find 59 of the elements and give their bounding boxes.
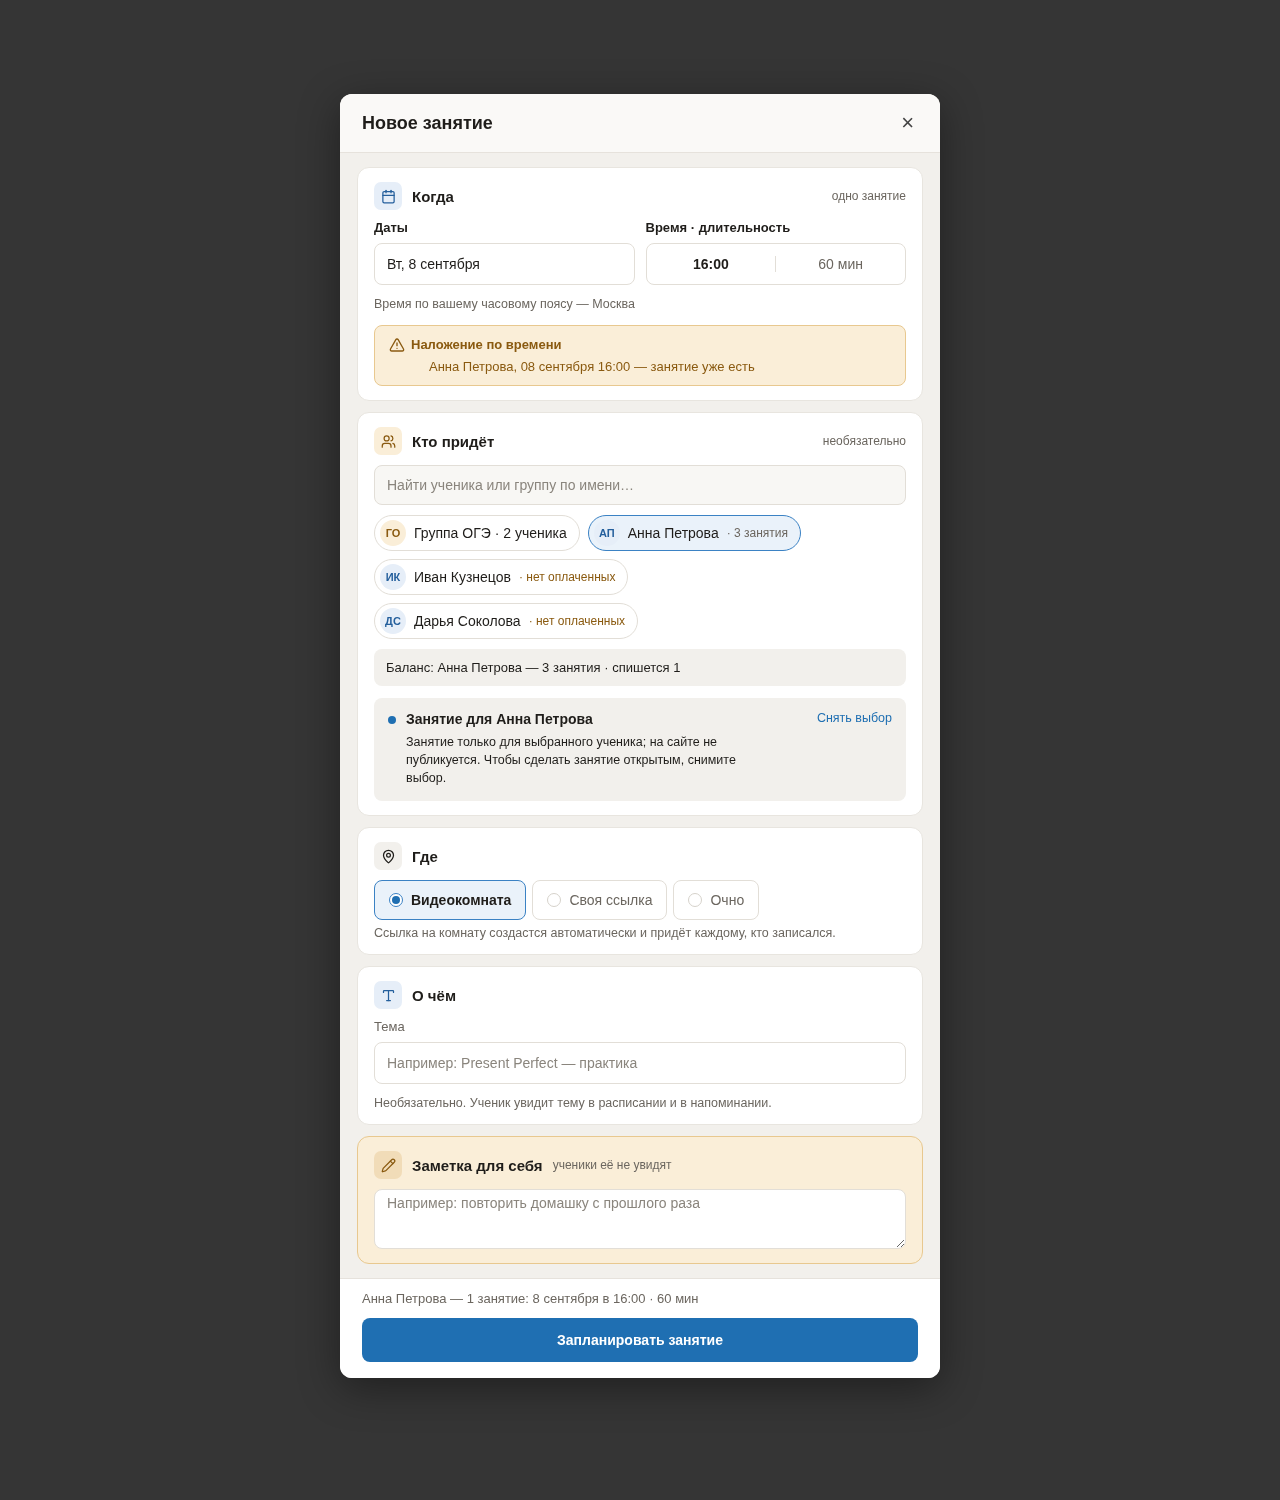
radio-icon	[389, 893, 403, 907]
location-option[interactable]: Своя ссылка	[532, 880, 668, 920]
text-icon	[374, 981, 402, 1009]
status-dot	[388, 716, 396, 724]
schedule-button[interactable]: Запланировать занятие	[362, 1318, 918, 1362]
avatar-initials: ГО	[380, 520, 406, 546]
radio-icon	[688, 893, 703, 907]
card-subtitle: ученики её не увидят	[552, 1158, 672, 1172]
field-label: Тема	[374, 1019, 406, 1034]
chip-meta: · 3 занятия	[726, 526, 789, 540]
timezone-hint: Время по вашему часовому поясу — Москва	[374, 297, 636, 311]
warning-icon	[389, 337, 405, 353]
avatar-initials: АП	[593, 520, 620, 546]
pencil-icon	[374, 1151, 402, 1179]
card-note-label: одно занятие	[831, 189, 906, 203]
note-field[interactable]: Например: повторить домашку с прошлого раза	[374, 1189, 906, 1249]
chip-name: Иван Кузнецов	[414, 569, 511, 585]
topic-hint: Необязательно. Ученик увидит тему в расписании и в напоминании.	[374, 1096, 773, 1110]
card-title: Где	[412, 847, 438, 865]
warning-title: Наложение по времени	[411, 337, 563, 353]
balance-info: Баланс: Анна Петрова — 3 занятия · спишется 1	[374, 649, 906, 686]
location-option[interactable]: Видеокомната	[374, 880, 527, 920]
student-chip[interactable]: ГО Группа ОГЭ · 2 ученика	[374, 515, 580, 551]
date-field[interactable]: Вт, 8 сентября	[374, 243, 635, 285]
avatar-initials: ИК	[380, 564, 406, 590]
topic-field[interactable]: Например: Present Perfect — практика	[374, 1042, 906, 1084]
warning-text: Анна Петрова, 08 сентября 16:00 — занятие уже есть	[428, 359, 756, 374]
clear-selection-link[interactable]: Снять выбор	[816, 711, 892, 727]
location-hint: Ссылка на комнату создастся автоматически и придёт каждому, кто записался.	[374, 926, 837, 940]
field-label: Даты	[374, 220, 409, 235]
lesson-summary: Анна Петрова — 1 занятие: 8 сентября в 16:00 · 60 мин	[362, 1291, 700, 1306]
chip-name: Дарья Соколова	[414, 613, 521, 629]
chip-meta: · нет оплаченных	[528, 614, 626, 628]
student-chip[interactable]: ИК Иван Кузнецов · нет оплаченных	[374, 559, 629, 595]
card-title: Когда	[412, 187, 454, 205]
people-icon	[374, 427, 402, 455]
dialog-title: Новое занятие	[362, 112, 493, 134]
avatar-initials: ДС	[380, 608, 406, 634]
field-label: Время · длительность	[645, 220, 792, 235]
chip-name: Группа ОГЭ · 2 ученика	[414, 525, 567, 541]
time-value: 16:00	[691, 256, 730, 272]
radio-icon	[547, 893, 562, 907]
location-option[interactable]: Очно	[673, 880, 760, 920]
calendar-icon	[374, 182, 402, 210]
card-title: О чём	[412, 986, 456, 1004]
location-pin-icon	[374, 842, 402, 870]
card-title: Заметка для себя	[412, 1156, 543, 1174]
notice-title: Занятие для Анна Петрова	[406, 711, 594, 727]
close-button[interactable]: ×	[897, 112, 918, 134]
time-duration-field[interactable]: 16:00 60 мин	[645, 243, 906, 285]
duration-value: 60 мин	[775, 256, 905, 272]
chip-meta: · нет оплаченных	[518, 570, 616, 584]
student-chip[interactable]: АП Анна Петрова · 3 занятия	[587, 515, 802, 551]
chip-name: Анна Петрова	[627, 525, 719, 541]
student-chip[interactable]: ДС Дарья Соколова · нет оплаченных	[374, 603, 639, 639]
notice-text: Занятие только для выбранного ученика; на сайте не публикуется. Чтобы сделать занятие открытым, снимите выбор.	[406, 734, 737, 787]
card-note-label: необязательно	[822, 434, 906, 448]
card-title: Кто придёт	[412, 432, 495, 450]
student-search-field[interactable]: Найти ученика или группу по имени…	[374, 465, 906, 505]
